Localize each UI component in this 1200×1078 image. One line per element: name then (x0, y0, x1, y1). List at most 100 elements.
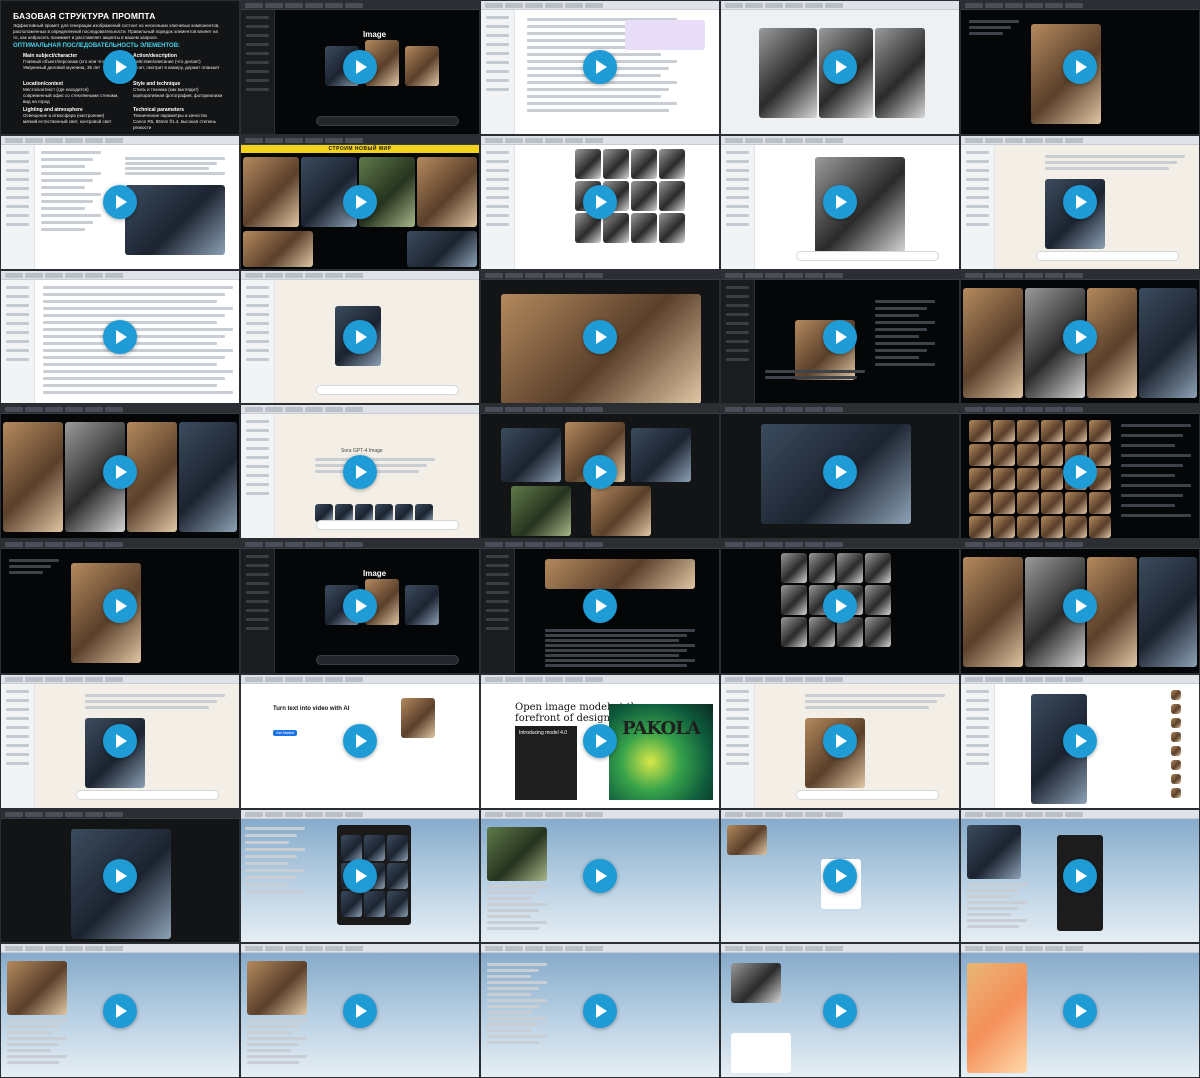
play-icon[interactable] (583, 319, 617, 354)
browser-tab[interactable] (1065, 137, 1083, 143)
sidebar-item[interactable] (726, 177, 749, 181)
browser-tab[interactable] (305, 811, 323, 817)
play-icon[interactable] (343, 185, 377, 220)
sidebar-item[interactable] (6, 716, 29, 720)
sidebar-item[interactable] (966, 689, 989, 693)
video-thumbnail[interactable]: Turn text into video with AI Get Started (240, 673, 480, 809)
browser-tab[interactable] (725, 811, 743, 817)
browser-tab[interactable] (805, 272, 823, 278)
browser-tab[interactable] (965, 137, 983, 143)
browser-tab[interactable] (965, 676, 983, 682)
browser-tab[interactable] (745, 272, 763, 278)
video-thumbnail[interactable]: Open image model at the forefront of des… (480, 673, 720, 809)
sidebar-item[interactable] (486, 52, 509, 55)
browser-tab[interactable] (25, 542, 43, 547)
video-thumbnail[interactable] (720, 134, 960, 270)
video-thumbnail[interactable] (960, 404, 1200, 539)
sidebar-item[interactable] (6, 330, 29, 334)
video-thumbnail[interactable] (720, 0, 960, 135)
sidebar-item[interactable] (246, 16, 269, 19)
sidebar-item[interactable] (486, 186, 509, 190)
sidebar-item[interactable] (486, 195, 509, 199)
sidebar-item[interactable] (486, 591, 509, 594)
sidebar-item[interactable] (246, 555, 269, 558)
video-thumbnail[interactable] (480, 539, 720, 674)
browser-tab[interactable] (1065, 676, 1083, 682)
sidebar-item[interactable] (246, 420, 269, 424)
sidebar-item[interactable] (6, 186, 29, 190)
sidebar-item[interactable] (486, 609, 509, 612)
video-thumbnail[interactable] (720, 269, 960, 405)
play-icon[interactable] (343, 319, 377, 354)
sidebar-item[interactable] (966, 743, 989, 747)
sidebar-item[interactable] (486, 16, 509, 19)
sidebar-item[interactable] (486, 564, 509, 567)
video-thumbnail[interactable] (960, 673, 1200, 809)
browser-tab[interactable] (505, 946, 523, 952)
browser-tab[interactable] (1005, 946, 1023, 952)
sidebar-item[interactable] (246, 43, 269, 46)
browser-tab[interactable] (265, 272, 283, 278)
video-thumbnail[interactable] (960, 134, 1200, 270)
video-thumbnail[interactable] (0, 269, 240, 405)
browser-tab[interactable] (245, 137, 263, 143)
sidebar-item[interactable] (246, 474, 269, 478)
sidebar-item[interactable] (486, 70, 509, 73)
browser-tab[interactable] (985, 542, 1003, 547)
play-icon[interactable] (1063, 319, 1097, 354)
browser-tab[interactable] (965, 3, 983, 8)
prompt-input[interactable] (315, 654, 459, 665)
sidebar-item[interactable] (246, 591, 269, 594)
sidebar-item[interactable] (6, 195, 29, 199)
video-thumbnail[interactable] (240, 808, 480, 944)
browser-tab[interactable] (585, 542, 603, 547)
browser-tab[interactable] (305, 676, 323, 682)
browser-tab[interactable] (25, 407, 43, 413)
browser-tab[interactable] (545, 272, 563, 278)
video-thumbnail[interactable]: Sora GPT-4 Image (240, 404, 480, 539)
sidebar-item[interactable] (246, 600, 269, 603)
sidebar-item[interactable] (246, 61, 269, 64)
sidebar-item[interactable] (6, 707, 29, 711)
browser-tab[interactable] (325, 407, 343, 413)
browser-tab[interactable] (325, 946, 343, 952)
browser-tab[interactable] (725, 542, 743, 547)
browser-tab[interactable] (825, 811, 843, 817)
sidebar-item[interactable] (246, 294, 269, 298)
sidebar-item[interactable] (966, 734, 989, 738)
browser-tab[interactable] (565, 407, 583, 413)
sidebar-item[interactable] (486, 159, 509, 163)
browser-tab[interactable] (345, 3, 363, 8)
browser-tab[interactable] (505, 811, 523, 817)
browser-tab[interactable] (825, 137, 843, 143)
sidebar-item[interactable] (246, 79, 269, 82)
browser-tab[interactable] (985, 3, 1003, 8)
browser-tab[interactable] (25, 272, 43, 278)
browser-tab[interactable] (505, 137, 523, 143)
sidebar-item[interactable] (6, 743, 29, 747)
browser-tab[interactable] (585, 811, 603, 817)
browser-tab[interactable] (345, 137, 363, 143)
browser-tab[interactable] (725, 137, 743, 143)
sidebar-item[interactable] (726, 689, 749, 693)
browser-tab[interactable] (745, 137, 763, 143)
browser-tab[interactable] (85, 137, 103, 143)
browser-tab[interactable] (785, 811, 803, 817)
browser-tab[interactable] (565, 272, 583, 278)
sidebar-item[interactable] (726, 725, 749, 729)
browser-tab[interactable] (1005, 137, 1023, 143)
browser-tab[interactable] (525, 676, 543, 682)
browser-tab[interactable] (45, 946, 63, 952)
prompt-input[interactable] (315, 385, 459, 396)
play-icon[interactable] (823, 454, 857, 489)
browser-tab[interactable] (765, 407, 783, 413)
sidebar-item[interactable] (966, 222, 989, 226)
sidebar-item[interactable] (6, 761, 29, 765)
browser-tab[interactable] (245, 407, 263, 413)
video-thumbnail[interactable] (480, 943, 720, 1078)
sidebar-item[interactable] (6, 357, 29, 361)
browser-tab[interactable] (45, 137, 63, 143)
browser-tab[interactable] (305, 137, 323, 143)
sidebar-item[interactable] (246, 88, 269, 91)
browser-tab[interactable] (5, 272, 23, 278)
